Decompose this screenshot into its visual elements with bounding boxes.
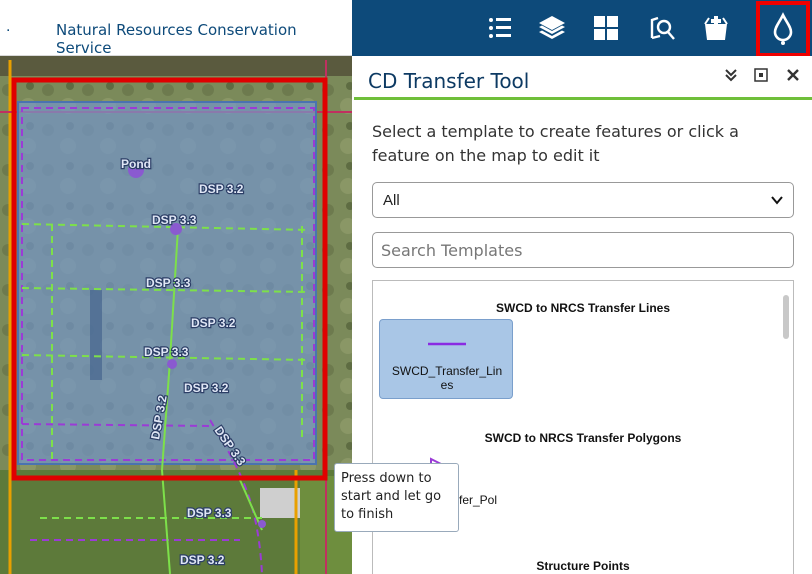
collapse-icon[interactable] [724,68,738,87]
map-bottom-field [0,470,352,574]
layers-icon[interactable] [530,6,574,50]
filter-selected-value: All [383,192,400,209]
map-label-dsp32-bottom: DSP 3.2 [180,553,225,567]
vertex-point-2[interactable] [167,359,177,369]
list-icon[interactable] [478,6,522,50]
draw-tooltip: Press down to start and let go to finish [334,463,459,532]
map-label-pond: Pond [121,157,151,171]
grid-icon[interactable] [584,6,628,50]
map-label-dsp32-b: DSP 3.2 [191,316,236,330]
map-label-dsp32-a: DSP 3.2 [199,182,244,196]
app-title: Natural Resources Conservation Service [56,21,297,57]
app-header: . Natural Resources Conservation Service [0,0,812,57]
close-icon[interactable] [786,68,800,87]
map-view[interactable]: Pond DSP 3.2 DSP 3.3 DSP 3.3 DSP 3.2 DSP… [0,56,352,574]
template-label-polygons[interactable]: sfer_Pols [453,493,497,521]
panel-description: Select a template to create features or … [372,122,739,165]
group-title-lines: SWCD to NRCS Transfer Lines [495,301,671,315]
group-title-structure-points: Structure Points [536,559,630,573]
vertex-point-3[interactable] [258,520,266,528]
header-title-area: . Natural Resources Conservation Service [0,0,352,57]
drop-icon[interactable] [756,1,810,57]
chevron-down-icon [771,193,783,210]
panel-header: CD Transfer Tool [354,56,812,100]
group-title-polygons: SWCD to NRCS Transfer Polygons [484,431,682,445]
basket-icon[interactable] [694,6,738,50]
panel-title: CD Transfer Tool [368,69,530,93]
search-templates-input[interactable]: Search Templates [372,232,794,268]
header-dot: . [6,18,11,35]
map-top-field [0,56,352,76]
map-label-dsp33-bottom: DSP 3.3 [187,506,232,520]
template-label-lines: SWCD_Transfer_Lin es [391,364,503,392]
map-label-dsp33-c: DSP 3.3 [144,345,189,359]
maximize-icon[interactable] [754,68,768,87]
search-map-icon[interactable] [640,6,684,50]
template-swcd-transfer-lines[interactable]: SWCD_Transfer_Lin es [379,319,513,399]
template-filter-select[interactable]: All [372,182,794,218]
map-label-dsp33-b: DSP 3.3 [146,276,191,290]
map-label-dsp32-c: DSP 3.2 [184,381,229,395]
map-label-dsp33-a: DSP 3.3 [152,213,197,227]
list-scrollbar[interactable] [783,295,789,339]
dark-vegetation-strip [90,290,102,380]
map-building [260,488,300,518]
